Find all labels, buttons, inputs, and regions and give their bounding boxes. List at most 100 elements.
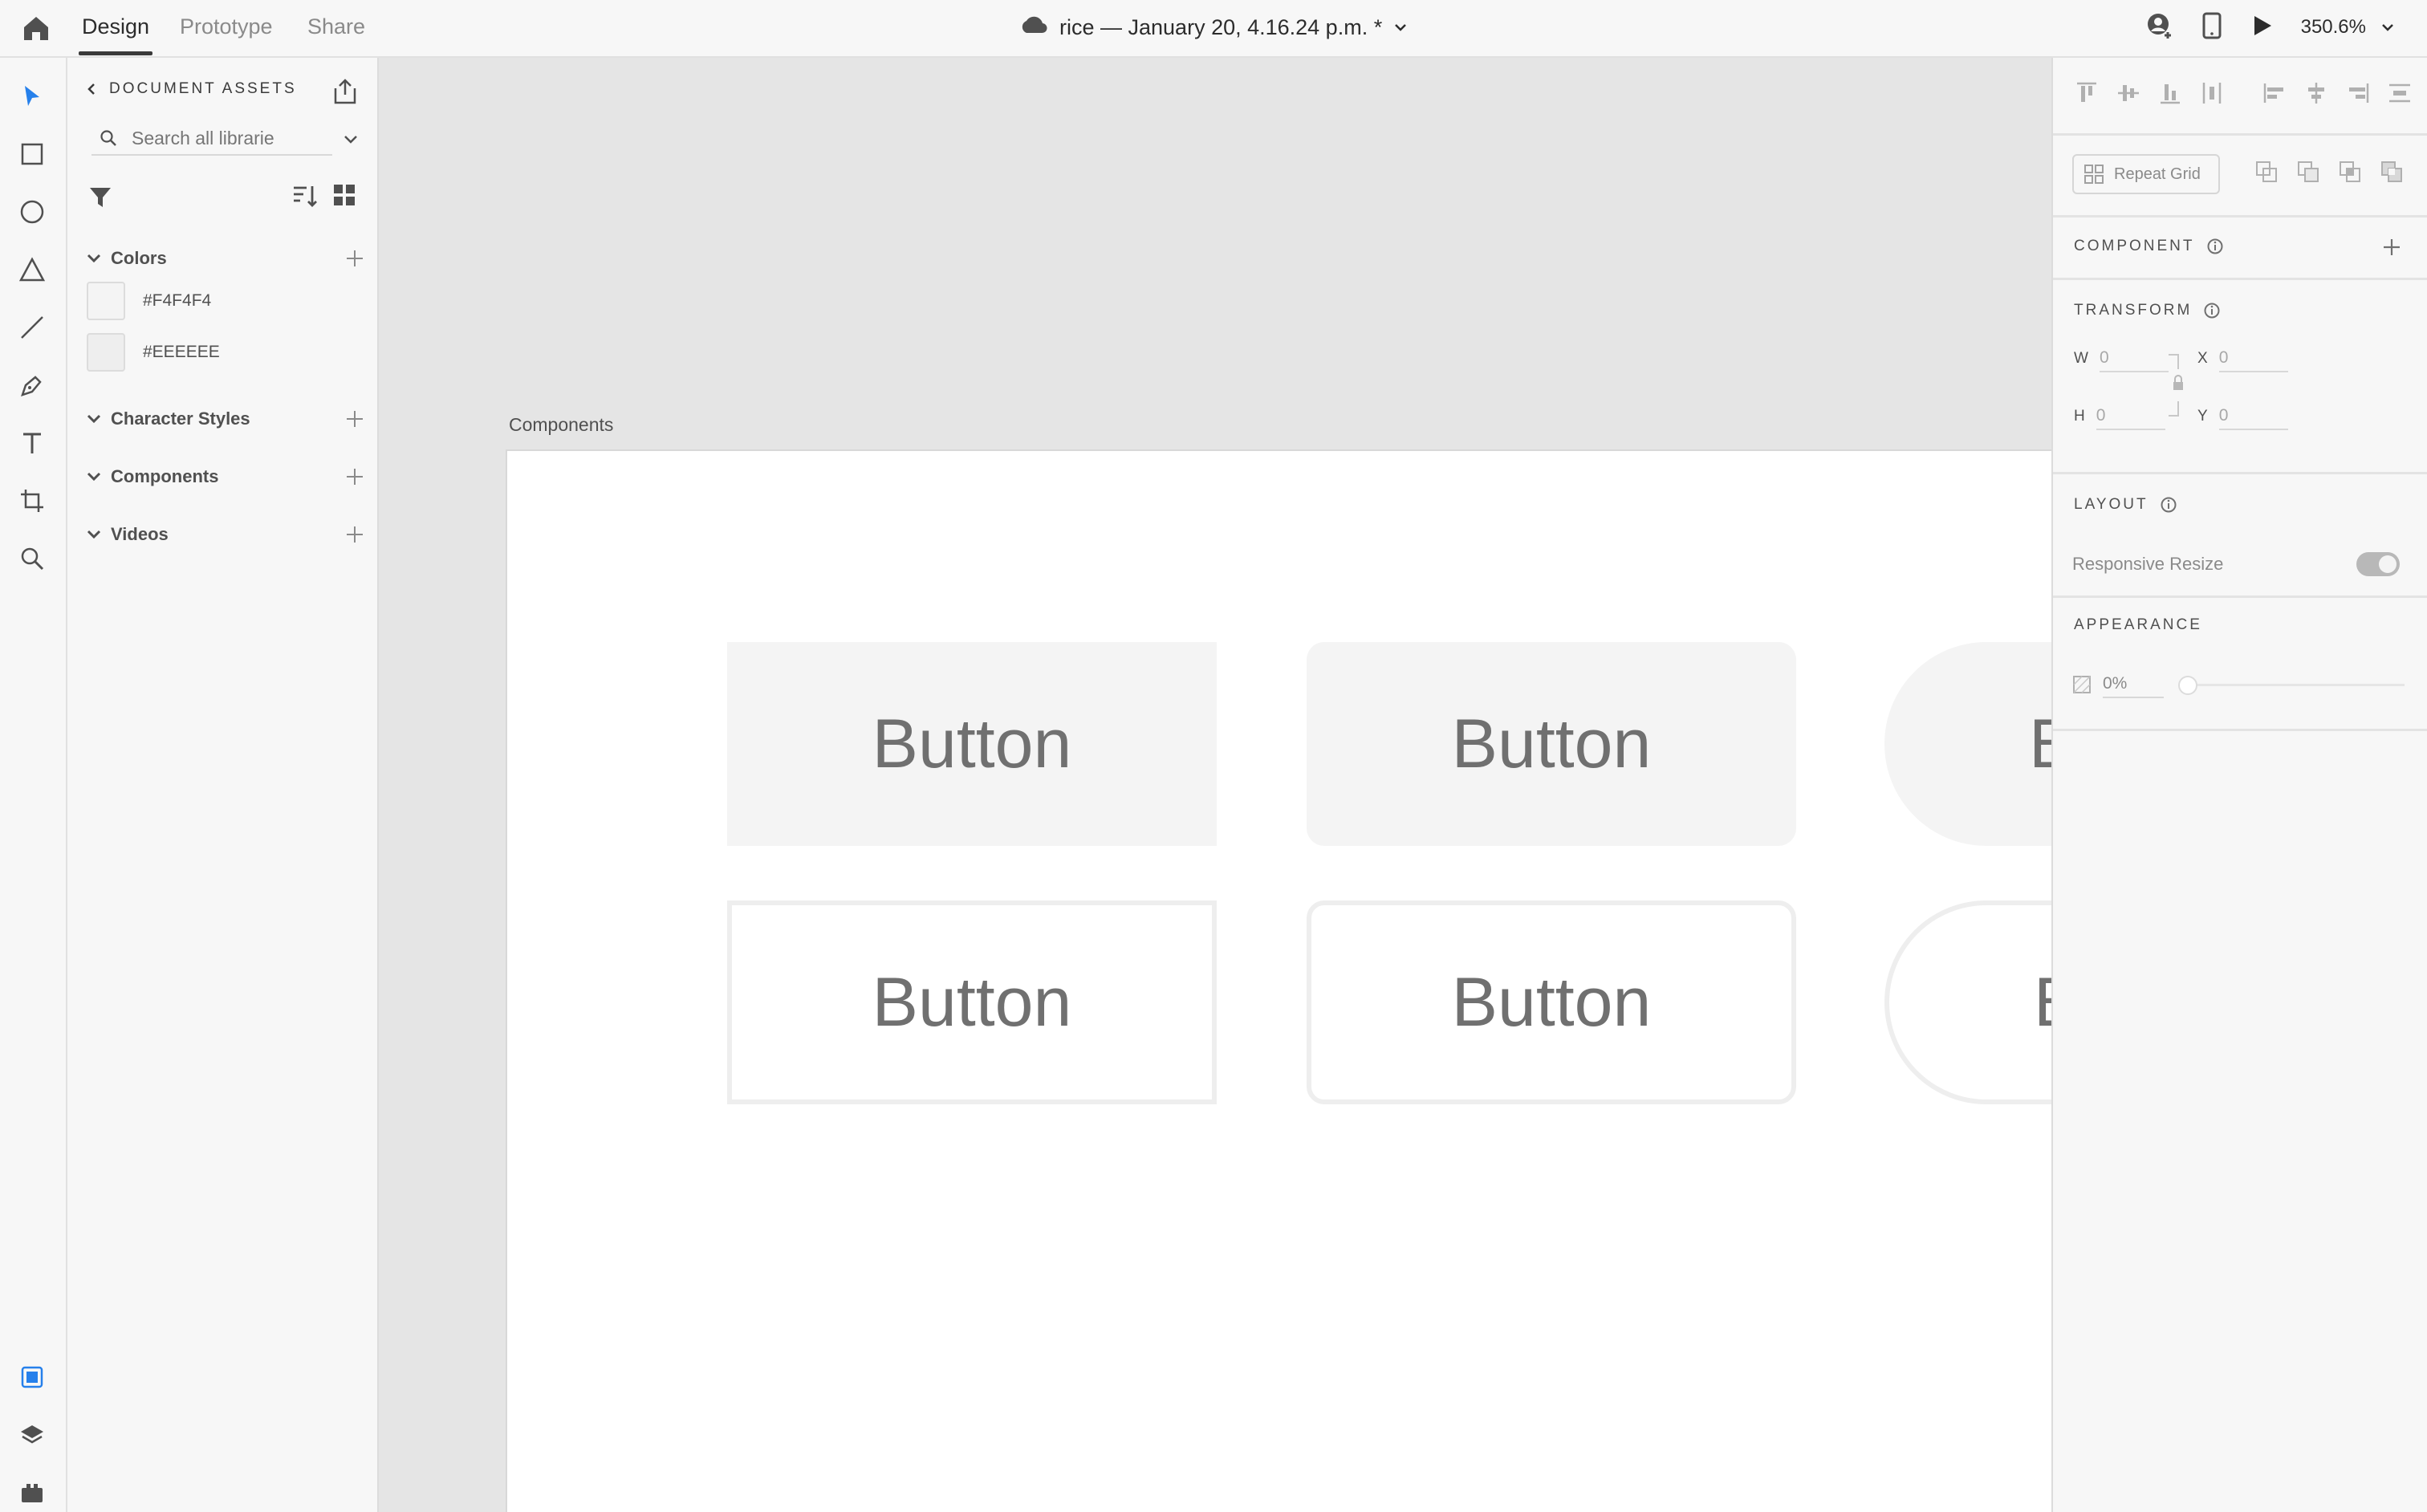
align-vertical-group (2074, 80, 2225, 116)
repeat-grid-button[interactable]: Repeat Grid (2072, 154, 2220, 194)
search-icon (100, 130, 116, 146)
align-left-icon[interactable] (2262, 80, 2287, 106)
zoom-value: 350.6% (2300, 16, 2366, 38)
section-character-styles[interactable]: Character Styles (83, 404, 366, 433)
plus-icon[interactable] (344, 408, 366, 430)
design-canvas[interactable]: Components Button Button B Button Button… (379, 58, 2051, 1512)
distribute-horizontal-icon[interactable] (2199, 80, 2225, 106)
y-label: Y (2197, 408, 2208, 425)
assets-icon[interactable] (16, 1361, 48, 1393)
document-title[interactable]: rice — January 20, 4.16.24 p.m. * (1019, 13, 1408, 42)
info-icon[interactable] (2203, 302, 2221, 319)
intersect-shapes-icon[interactable] (2337, 159, 2363, 185)
y-field[interactable]: Y 0 (2197, 403, 2288, 430)
artboard-title[interactable]: Components (509, 414, 613, 436)
add-component-plus-icon[interactable] (2380, 236, 2403, 258)
align-center-icon[interactable] (2303, 80, 2329, 106)
responsive-resize-toggle[interactable] (2356, 552, 2400, 576)
width-input[interactable]: 0 (2099, 345, 2169, 372)
opacity-input[interactable]: 0% (2103, 671, 2164, 698)
color-hex-label: #F4F4F4 (143, 291, 212, 310)
asset-search[interactable] (91, 122, 332, 156)
info-icon[interactable] (2206, 238, 2224, 255)
align-top-icon[interactable] (2074, 80, 2100, 106)
zoom-dropdown[interactable]: 350.6% (2301, 16, 2395, 39)
chevron-left-icon[interactable] (85, 82, 98, 96)
plus-icon[interactable] (344, 465, 366, 488)
align-bottom-icon[interactable] (2157, 80, 2183, 106)
lock-aspect-icon[interactable] (2165, 352, 2189, 419)
text-icon[interactable] (16, 427, 48, 459)
color-swatch-row[interactable]: #F4F4F4 (87, 281, 211, 321)
width-field[interactable]: W 0 (2074, 345, 2169, 372)
add-shapes-icon[interactable] (2254, 159, 2279, 185)
pen-icon[interactable] (16, 369, 48, 401)
appearance-heading: APPEARANCE (2074, 616, 2202, 633)
layout-heading: LAYOUT (2074, 496, 2177, 514)
opacity-slider-track[interactable] (2186, 684, 2405, 686)
height-field[interactable]: H 0 (2074, 403, 2165, 430)
line-icon[interactable] (16, 311, 48, 343)
plugins-icon[interactable] (16, 1477, 48, 1509)
color-swatch[interactable] (87, 282, 125, 320)
height-input[interactable]: 0 (2096, 403, 2165, 430)
assets-header[interactable]: DOCUMENT ASSETS (85, 80, 297, 98)
chevron-down-icon[interactable] (340, 128, 361, 149)
artboard-icon[interactable] (16, 485, 48, 517)
align-right-icon[interactable] (2345, 80, 2371, 106)
exclude-shapes-icon[interactable] (2379, 159, 2405, 185)
play-icon[interactable] (2250, 14, 2274, 42)
button-filled-pill[interactable]: B (1884, 642, 2051, 846)
transform-heading: TRANSFORM (2074, 302, 2221, 319)
color-swatch[interactable] (87, 333, 125, 372)
grid-view-icon[interactable] (331, 181, 358, 209)
x-field[interactable]: X 0 (2197, 345, 2288, 372)
chevron-down-icon[interactable] (83, 524, 104, 545)
rectangle-icon[interactable] (16, 138, 48, 170)
color-swatch-row[interactable]: #EEEEEE (87, 332, 220, 372)
tab-prototype[interactable]: Prototype (180, 14, 273, 39)
button-filled-rounded[interactable]: Button (1307, 642, 1796, 846)
tab-share[interactable]: Share (307, 14, 365, 39)
button-outlined-square[interactable]: Button (727, 900, 1217, 1104)
button-outlined-rounded[interactable]: Button (1307, 900, 1796, 1104)
chevron-down-icon[interactable] (83, 466, 104, 487)
section-videos[interactable]: Videos (83, 520, 366, 549)
filter-icon[interactable] (87, 183, 114, 210)
search-input[interactable] (132, 127, 316, 149)
repeat-grid-label: Repeat Grid (2114, 165, 2201, 183)
info-icon[interactable] (2160, 496, 2177, 514)
top-bar: Design Prototype Share rice — January 20… (0, 0, 2427, 58)
home-icon[interactable] (21, 13, 51, 43)
invite-user-icon[interactable] (2145, 11, 2174, 44)
toggle-knob (2379, 555, 2397, 573)
device-preview-icon[interactable] (2201, 12, 2222, 43)
y-input[interactable]: 0 (2218, 403, 2288, 430)
plus-icon[interactable] (344, 247, 366, 270)
align-middle-icon[interactable] (2116, 80, 2141, 106)
opacity-slider-handle[interactable] (2178, 676, 2197, 695)
chevron-down-icon[interactable] (83, 248, 104, 269)
chevron-down-icon[interactable] (1393, 15, 1408, 40)
button-outlined-pill[interactable]: B (1884, 900, 2051, 1104)
layers-icon[interactable] (16, 1419, 48, 1451)
subtract-shapes-icon[interactable] (2295, 159, 2321, 185)
x-input[interactable]: 0 (2218, 345, 2288, 372)
artboard[interactable]: Button Button B Button Button B (506, 449, 2051, 1512)
ellipse-icon[interactable] (16, 196, 48, 228)
section-components[interactable]: Components (83, 462, 366, 491)
distribute-vertical-icon[interactable] (2387, 80, 2413, 106)
component-heading-text: COMPONENT (2074, 238, 2195, 254)
section-colors[interactable]: Colors (83, 244, 366, 273)
divider (2053, 215, 2427, 217)
export-icon[interactable] (331, 77, 360, 106)
tab-design[interactable]: Design (82, 14, 149, 39)
zoom-icon[interactable] (16, 543, 48, 575)
chevron-down-icon[interactable] (83, 408, 104, 429)
polygon-icon[interactable] (16, 254, 48, 286)
plus-icon[interactable] (344, 523, 366, 546)
responsive-resize-label: Responsive Resize (2072, 554, 2224, 574)
sort-icon[interactable] (291, 181, 319, 210)
button-filled-square[interactable]: Button (727, 642, 1217, 846)
select-icon[interactable] (16, 80, 48, 112)
